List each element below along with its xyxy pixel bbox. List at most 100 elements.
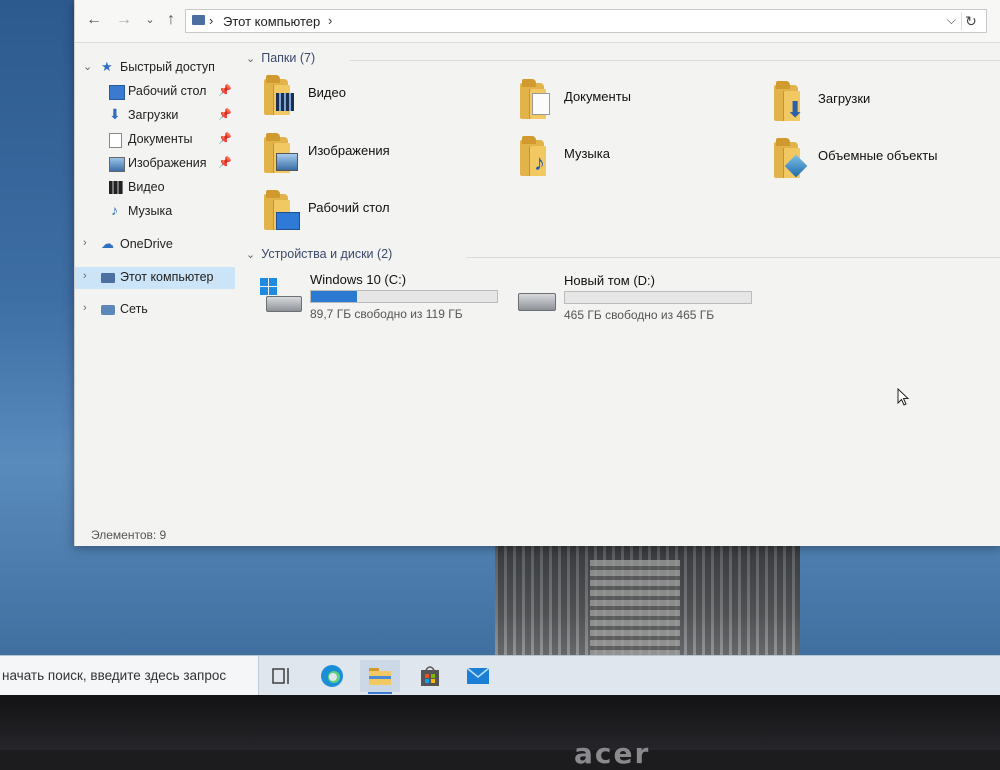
drive-usage-fill [311,291,357,302]
sidebar-item-label: Сеть [120,302,148,316]
sidebar-item-documents[interactable]: Документы 📌 [75,129,235,151]
folder-label: Объемные объекты [818,148,938,163]
sidebar-item-network[interactable]: › Сеть [75,299,235,321]
hard-drive-icon [514,279,558,317]
drive-tile-c[interactable]: Windows 10 (C:) 89,7 ГБ свободно из 119 … [260,272,530,322]
navigation-bar: ← → ⌄ ↑ › Этот компьютер › ⌵ ↻ [75,0,1000,43]
sidebar-item-this-pc[interactable]: › Этот компьютер [75,267,235,289]
sidebar-item-music[interactable]: ♪ Музыка [75,201,235,223]
folder-label: Загрузки [818,91,871,106]
folder-tile-documents[interactable]: Документы [520,79,770,129]
sidebar-item-downloads[interactable]: ⬇ Загрузки 📌 [75,105,235,127]
sidebar-item-videos[interactable]: Видео [75,177,235,199]
forward-arrow-icon[interactable]: → [113,9,135,31]
folder-tile-music[interactable]: ♪ Музыка [520,136,770,186]
sidebar-item-label: Изображения [128,156,207,170]
sidebar-item-label: Рабочий стол [128,84,207,98]
pin-icon[interactable]: 📌 [218,84,232,97]
file-explorer-window: ← → ⌄ ↑ › Этот компьютер › ⌵ ↻ ⌄ ★ Быстр… [74,0,1000,546]
downloads-folder-icon: ⬇ [774,81,804,121]
expand-chevron-icon[interactable]: › [83,302,87,314]
drives-group-header[interactable]: ⌄ Устройства и диски (2) [246,247,392,261]
taskbar-search-box[interactable]: начать поиск, введите здесь запрос [0,656,259,696]
drive-usage-bar [310,290,498,303]
sidebar-item-desktop[interactable]: Рабочий стол 📌 [75,81,235,103]
drive-free-space: 89,7 ГБ свободно из 119 ГБ [310,307,463,321]
sidebar-item-quick-access[interactable]: ⌄ ★ Быстрый доступ [75,57,235,79]
store-icon[interactable] [410,660,450,692]
address-dropdown-chevron-icon[interactable]: ⌵ [947,13,956,28]
music-folder-icon: ♪ [520,136,546,176]
collapse-chevron-icon[interactable]: ⌄ [83,60,92,73]
drive-tile-d[interactable]: Новый том (D:) 465 ГБ свободно из 465 ГБ [514,273,784,323]
drive-label: Windows 10 (C:) [310,272,407,287]
group-header-label: Папки (7) [261,51,316,65]
document-icon [109,133,122,148]
search-placeholder: начать поиск, введите здесь запрос [2,668,227,683]
wallpaper-planks [590,560,680,660]
sidebar-item-label: Видео [128,180,165,194]
expand-chevron-icon[interactable]: › [83,237,87,249]
desktop-folder-icon [264,190,300,230]
folder-tile-downloads[interactable]: ⬇ Загрузки [774,81,1000,131]
laptop-bezel: acer [0,695,1000,770]
3d-objects-folder-icon [774,138,808,178]
folder-label: Изображения [308,143,390,158]
drive-label: Новый том (D:) [564,273,655,288]
folder-tile-3d-objects[interactable]: Объемные объекты [774,138,1000,188]
folder-label: Документы [564,89,632,104]
sidebar-item-label: Музыка [128,204,173,218]
documents-folder-icon [520,79,550,119]
sidebar-item-onedrive[interactable]: › ☁ OneDrive [75,234,235,256]
sidebar-item-label: OneDrive [120,237,173,251]
pictures-folder-icon [264,133,298,173]
folder-tile-pictures[interactable]: Изображения [264,133,514,183]
sidebar-item-pictures[interactable]: Изображения 📌 [75,153,235,175]
up-arrow-icon[interactable]: ↑ [160,9,182,31]
file-explorer-taskbar-icon[interactable] [360,660,400,694]
task-view-icon[interactable] [262,660,302,692]
mouse-cursor-icon [897,388,910,406]
expand-chevron-icon[interactable]: › [83,270,87,282]
recent-locations-chevron-icon[interactable]: ⌄ [139,9,161,31]
network-icon [101,305,115,315]
sidebar-item-label: Документы [128,132,193,146]
computer-icon [101,273,115,283]
edge-browser-icon[interactable] [312,660,352,692]
windows-drive-icon [260,278,304,316]
content-pane: ⌄ Папки (7) Видео Документы ⬇ Загрузки И… [240,43,1000,523]
desktop-icon [109,85,125,100]
collapse-chevron-icon[interactable]: ⌄ [246,53,255,65]
breadcrumb-this-pc[interactable]: Этот компьютер [223,14,320,29]
pin-icon[interactable]: 📌 [218,156,232,169]
mail-icon[interactable] [458,660,498,692]
folders-group-header[interactable]: ⌄ Папки (7) [246,51,315,65]
address-bar[interactable]: › Этот компьютер › ⌵ ↻ [185,9,987,33]
navigation-pane: ⌄ ★ Быстрый доступ Рабочий стол 📌 ⬇ Загр… [75,43,235,523]
video-folder-icon [264,75,294,115]
pin-icon[interactable]: 📌 [218,132,232,145]
pin-icon[interactable]: 📌 [218,108,232,121]
refresh-icon[interactable]: ↻ [961,12,980,30]
status-bar-item-count: Элементов: 9 [91,528,167,542]
folder-tile-videos[interactable]: Видео [264,75,514,125]
breadcrumb-separator-icon[interactable]: › [209,13,213,28]
collapse-chevron-icon[interactable]: ⌄ [246,249,255,261]
group-divider [466,257,1000,258]
music-note-icon: ♪ [111,202,118,218]
group-divider [350,60,1000,61]
cloud-icon: ☁ [101,236,114,251]
folder-label: Видео [308,85,346,100]
sidebar-item-label: Этот компьютер [120,270,214,284]
film-icon [109,181,123,194]
back-arrow-icon[interactable]: ← [83,9,105,31]
folder-label: Рабочий стол [308,200,390,215]
drive-free-space: 465 ГБ свободно из 465 ГБ [564,308,715,322]
folder-tile-desktop[interactable]: Рабочий стол [264,190,514,240]
sidebar-item-label: Быстрый доступ [120,60,215,74]
computer-icon [192,15,205,25]
sidebar-item-label: Загрузки [128,108,179,122]
breadcrumb-separator-icon[interactable]: › [328,13,332,28]
folder-label: Музыка [564,146,610,161]
download-arrow-icon: ⬇ [109,106,121,122]
